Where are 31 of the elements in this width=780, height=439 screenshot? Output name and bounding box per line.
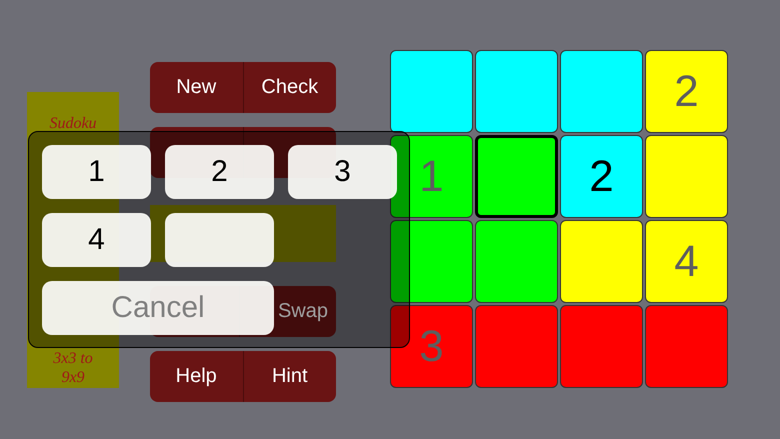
grid-cell[interactable]: 2 bbox=[560, 135, 643, 218]
grid-cell[interactable] bbox=[390, 220, 473, 303]
grid-cell[interactable]: 1 bbox=[390, 135, 473, 218]
grid-cell[interactable] bbox=[475, 50, 558, 133]
grid-cell[interactable] bbox=[475, 305, 558, 388]
number-key[interactable]: 4 bbox=[42, 213, 151, 267]
grid-cell[interactable] bbox=[645, 305, 728, 388]
number-key[interactable]: 1 bbox=[42, 145, 151, 199]
size-range-text: 9x9 bbox=[60, 368, 86, 387]
cell-digit: 4 bbox=[674, 236, 699, 286]
grid-cell[interactable] bbox=[645, 135, 728, 218]
cell-digit: 1 bbox=[419, 152, 444, 202]
toolbar-button[interactable]: Help bbox=[150, 351, 244, 402]
app-title: Sudoku bbox=[48, 114, 98, 134]
grid-cell[interactable]: 4 bbox=[645, 220, 728, 303]
grid-cell[interactable] bbox=[560, 50, 643, 133]
size-range-text: 3x3 to bbox=[52, 349, 94, 368]
cell-digit: 2 bbox=[674, 66, 699, 116]
grid-cell[interactable] bbox=[560, 220, 643, 303]
grid-cell[interactable] bbox=[390, 50, 473, 133]
toolbar-button[interactable]: Hint bbox=[244, 351, 336, 402]
grid-cell[interactable] bbox=[475, 220, 558, 303]
grid-cell[interactable]: 2 bbox=[645, 50, 728, 133]
grid-cell[interactable] bbox=[475, 135, 558, 218]
toolbar-button[interactable]: New bbox=[150, 62, 244, 113]
toolbar-button[interactable]: Check bbox=[244, 62, 336, 113]
number-key[interactable]: 2 bbox=[165, 145, 274, 199]
cell-digit: 2 bbox=[589, 152, 614, 202]
cell-digit: 3 bbox=[419, 322, 444, 372]
number-key[interactable]: 3 bbox=[288, 145, 397, 199]
grid-cell[interactable] bbox=[560, 305, 643, 388]
